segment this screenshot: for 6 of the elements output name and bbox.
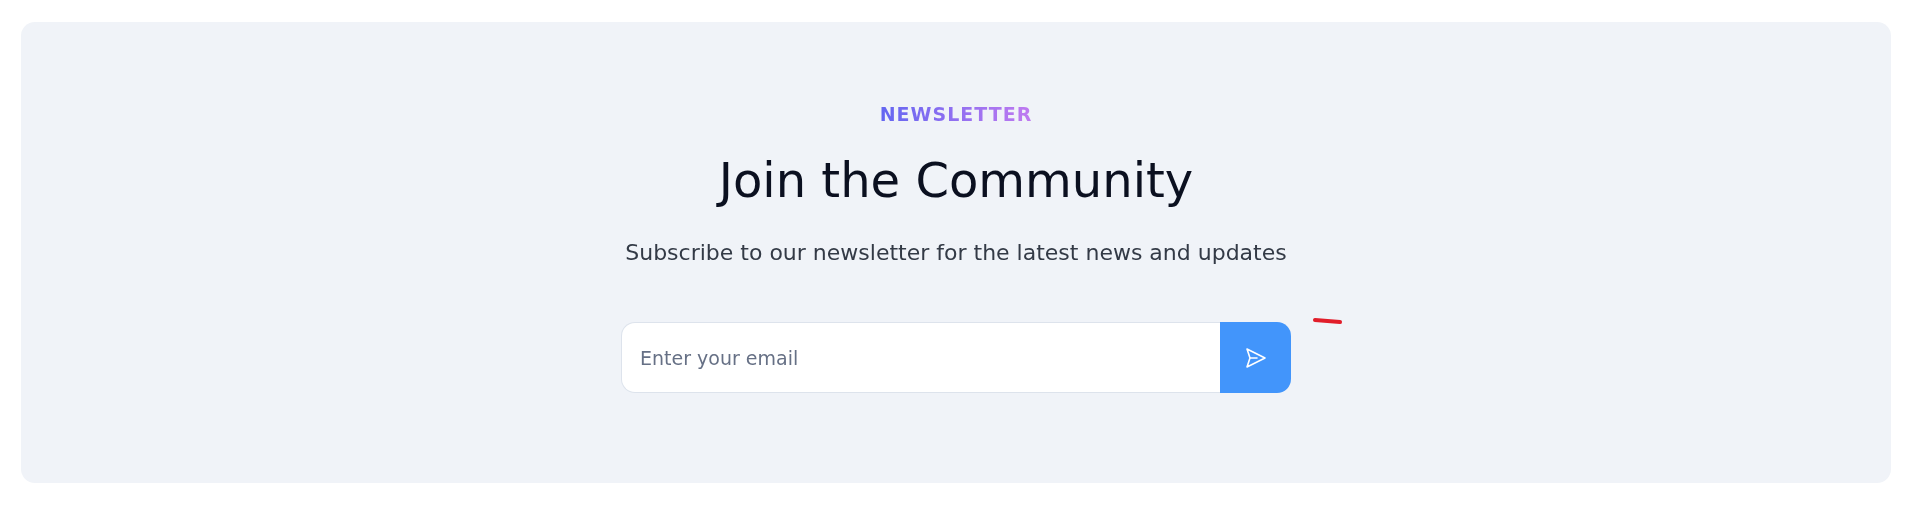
send-icon: [1243, 345, 1268, 370]
section-subtitle: Subscribe to our newsletter for the latest news and updates: [625, 239, 1287, 267]
section-title: Join the Community: [718, 151, 1194, 210]
email-field[interactable]: Enter your email: [621, 322, 1220, 393]
send-button[interactable]: [1220, 322, 1291, 393]
pen-stroke: [1313, 317, 1343, 325]
